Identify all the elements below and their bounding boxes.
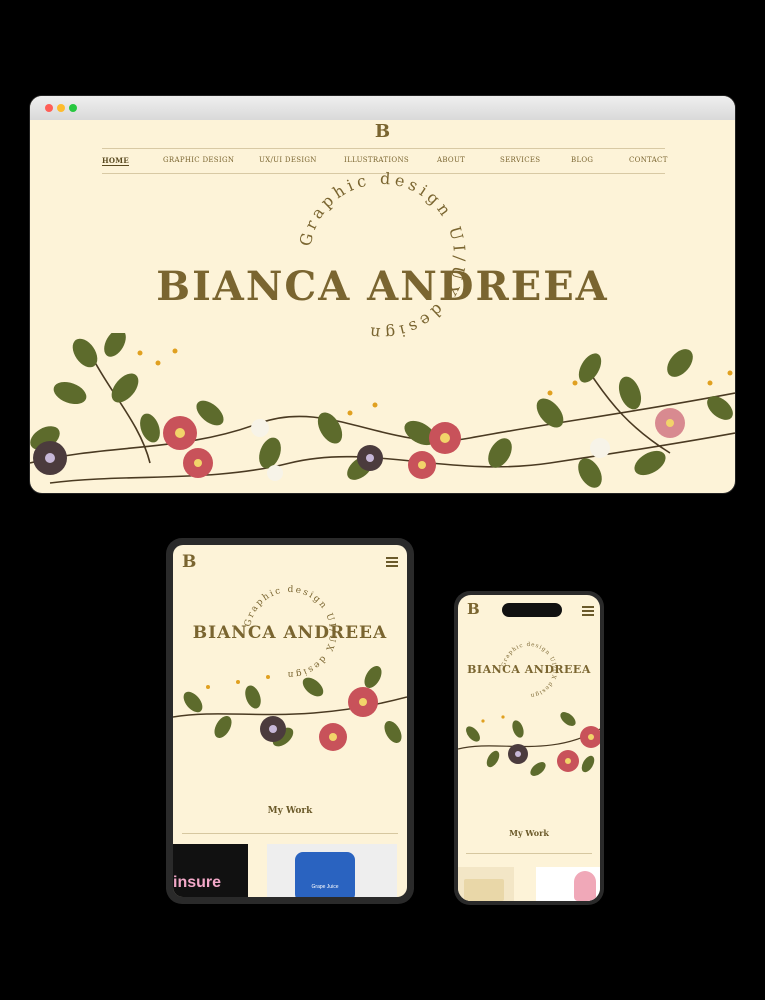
phone-project-thumbnail-2[interactable] (536, 867, 600, 901)
phone-project-thumbnail-1[interactable] (458, 867, 514, 901)
phone-my-work-heading: My Work (509, 828, 549, 838)
thumbnail-shape (464, 879, 504, 901)
phone-divider (466, 853, 592, 854)
desktop-browser-mockup: B HOME GRAPHIC DESIGN UX/UI DESIGN ILLUS… (30, 96, 735, 493)
tablet-my-work-heading: My Work (267, 806, 313, 816)
tablet-floral-illustration (173, 666, 407, 751)
circular-tagline-text: Graphic design UI/UX design (296, 169, 470, 344)
hero-title: BIANCA ANDREEA (156, 263, 609, 310)
phone-circular-tagline: Graphic design UI/UX design (501, 642, 556, 698)
tablet-project-thumbnail-insure[interactable]: insure (173, 844, 248, 897)
tablet-hero-title: BIANCA ANDREEA (192, 623, 388, 643)
phone-screen: B Graphic design UI/UX design BIANCA AND… (458, 595, 600, 901)
flower-rose-1 (163, 416, 197, 450)
juice-can-image (295, 852, 355, 897)
tablet-screen: B Graphic design UI/UX design BIANCA AND… (173, 545, 407, 897)
tablet-divider (182, 833, 398, 834)
phone-hero-title: BIANCA ANDREEA (467, 663, 591, 676)
phone-floral-illustration (458, 712, 600, 776)
floral-border-illustration (30, 333, 735, 488)
tablet-project-thumbnail-grape-juice[interactable]: Grape Juice (267, 844, 397, 897)
phone-mockup: B Graphic design UI/UX design BIANCA AND… (454, 591, 604, 905)
illustration-portrait (574, 871, 596, 901)
tablet-mockup: B Graphic design UI/UX design BIANCA AND… (166, 538, 414, 904)
